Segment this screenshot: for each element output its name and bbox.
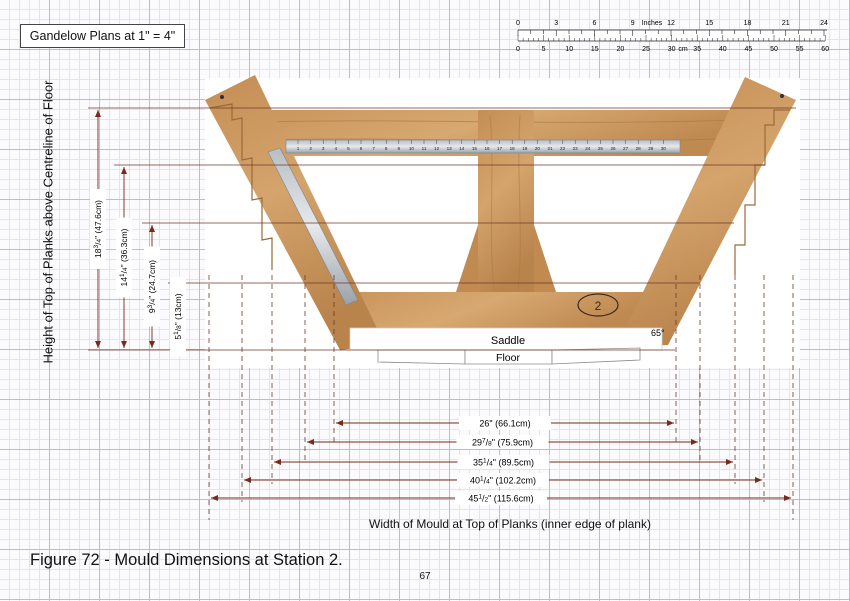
ruler-number: 15	[472, 146, 478, 151]
width-value: 297/8" (75.9cm)	[472, 438, 533, 448]
ruler-number: 1	[297, 146, 300, 151]
scale-bar: 0 3 6 9 12 15 18 21 24 0 5 10 15 20 25 30 35 40 45 50 55 60 In…	[516, 20, 829, 53]
inch-tick-label: 21	[782, 20, 790, 27]
ruler-number: 29	[648, 146, 654, 151]
height-value: 93/4" (24.7cm)	[147, 260, 157, 313]
inch-tick-label: 0	[516, 20, 520, 27]
width-value: 26" (66.1cm)	[479, 419, 530, 429]
ruler-number: 10	[409, 146, 415, 151]
page-number: 67	[419, 571, 431, 582]
ruler-number: 13	[447, 146, 453, 151]
inches-unit-label: Inches	[642, 20, 663, 27]
cm-tick-label: 5	[542, 46, 546, 53]
plan-scale-label: Gandelow Plans at 1" = 4"	[20, 24, 185, 48]
width-value: 351/4" (89.5cm)	[473, 458, 534, 468]
height-value: 141/4" (36.3cm)	[119, 228, 129, 286]
cm-tick-label: 50	[770, 46, 778, 53]
ruler-number: 5	[347, 146, 350, 151]
inch-tick-label: 3	[554, 20, 558, 27]
y-axis-label: Height of Top of Planks above Centreline…	[40, 80, 56, 364]
inch-tick-label: 15	[705, 20, 713, 27]
x-axis-label: Width of Mould at Top of Planks (inner e…	[369, 517, 651, 531]
cm-tick-label: 25	[642, 46, 650, 53]
ruler-number: 17	[497, 146, 503, 151]
cm-tick-label: 60	[821, 46, 829, 53]
ruler-number: 23	[573, 146, 579, 151]
height-dimensions: 183/4" (47.6cm) 141/4" (36.3cm) 93/4" (24.…	[90, 110, 186, 357]
cm-tick-label: 15	[591, 46, 599, 53]
cm-tick-label: 20	[617, 46, 625, 53]
ruler-number: 11	[422, 146, 427, 151]
ruler-number: 24	[585, 146, 591, 151]
width-dimensions: 26" (66.1cm) 297/8" (75.9cm) 351/4" (89.5c…	[211, 416, 791, 505]
cm-tick-label: 55	[796, 46, 804, 53]
ruler-number: 16	[484, 146, 490, 151]
ruler-number: 26	[610, 146, 616, 151]
inch-tick-label: 9	[631, 20, 635, 27]
ruler-number: 20	[535, 146, 541, 151]
ruler-number: 7	[372, 146, 375, 151]
inch-tick-label: 12	[667, 20, 675, 27]
svg-text:2: 2	[595, 299, 602, 313]
cm-tick-label: 45	[745, 46, 753, 53]
ruler-number: 28	[636, 146, 642, 151]
ruler-number: 22	[560, 146, 566, 151]
ruler-number: 9	[398, 146, 401, 151]
height-value: 183/4" (47.6cm)	[93, 200, 103, 258]
figure-caption: Figure 72 - Mould Dimensions at Station …	[30, 551, 343, 569]
cm-tick-label: 0	[516, 46, 520, 53]
ruler-number: 12	[434, 146, 440, 151]
angle-label: 65°	[651, 328, 665, 338]
width-value: 451/2" (115.6cm)	[468, 494, 533, 504]
ruler-number: 27	[623, 146, 629, 151]
inch-tick-label: 24	[820, 20, 828, 27]
mould-diagram: 2 Saddle Floor 65° 1 2 3 4 5 6 7 8 9 10 11 12 13 14 15…	[88, 20, 829, 520]
cm-tick-label: 10	[565, 46, 573, 53]
ruler-number: 3	[322, 146, 325, 151]
width-value: 401/4" (102.2cm)	[470, 476, 536, 486]
cm-tick-label: 35	[693, 46, 701, 53]
inch-tick-label: 6	[593, 20, 597, 27]
ruler-number: 21	[547, 146, 553, 151]
cm-tick-label: 40	[719, 46, 727, 53]
cm-unit-label: cm	[678, 46, 688, 53]
saddle-label: Saddle	[491, 335, 525, 347]
ruler-number: 8	[385, 146, 388, 151]
ruler-number: 2	[309, 146, 312, 151]
ruler-number: 19	[522, 146, 528, 151]
ruler-number: 30	[661, 146, 667, 151]
lower-crossbar: 2	[350, 292, 650, 328]
ruler-number: 25	[598, 146, 604, 151]
ruler-number: 18	[510, 146, 516, 151]
horizontal-steel-ruler: 1 2 3 4 5 6 7 8 9 10 11 12 13 14 15 16 17 18 19 20 21 22 23 24 2…	[285, 139, 681, 154]
floor-label: Floor	[496, 352, 520, 364]
ruler-number: 4	[335, 146, 338, 151]
cm-tick-label: 30	[668, 46, 676, 53]
inch-tick-label: 18	[744, 20, 752, 27]
ruler-number: 14	[459, 146, 465, 151]
ruler-number: 6	[360, 146, 363, 151]
